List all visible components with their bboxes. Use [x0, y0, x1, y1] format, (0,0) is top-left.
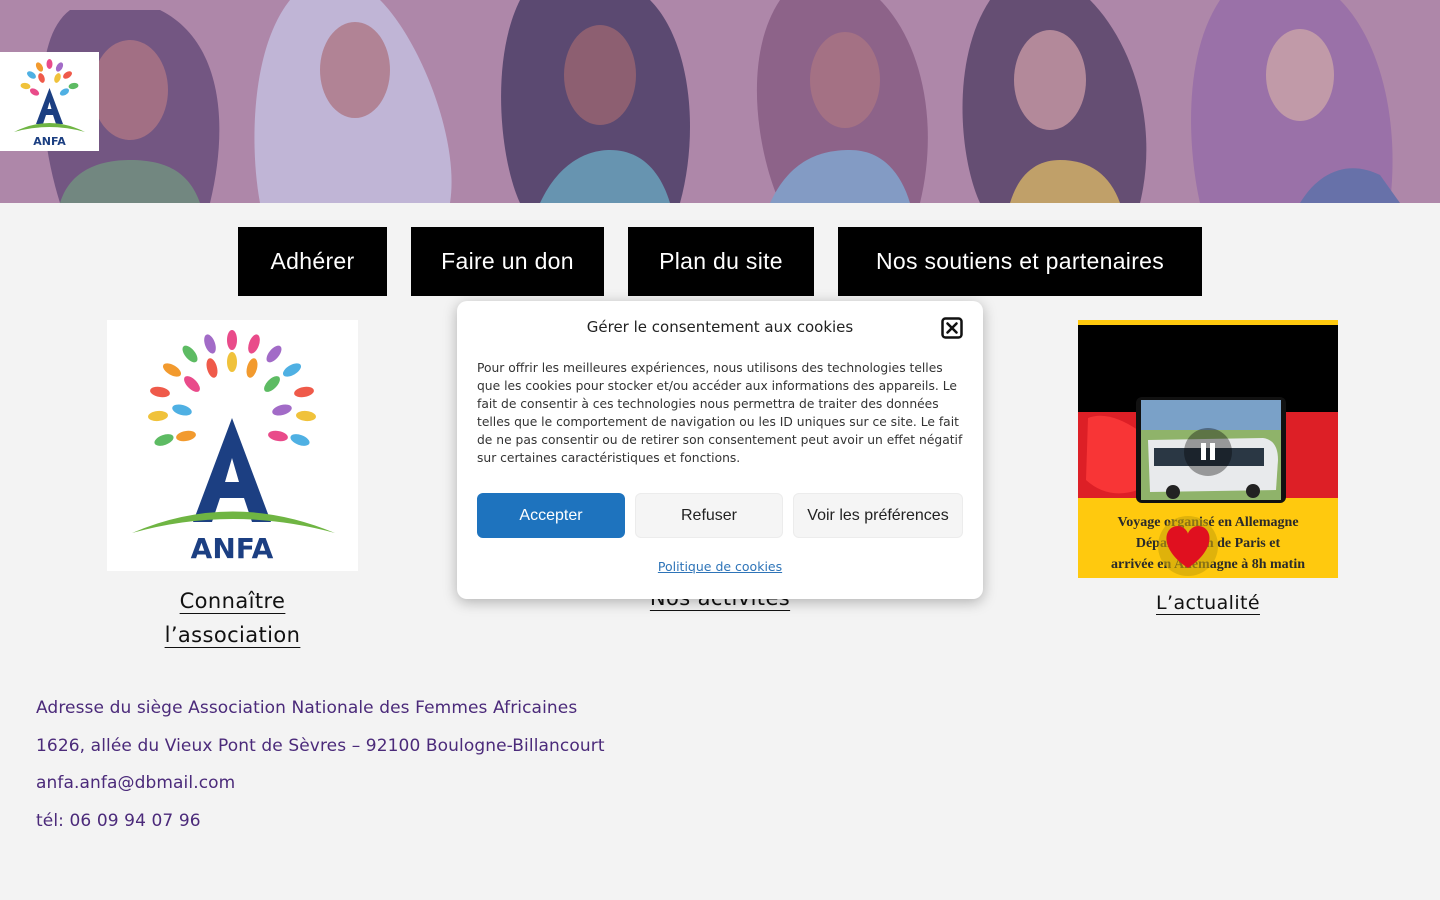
close-icon[interactable]: [941, 317, 963, 339]
accept-cookies-button[interactable]: Accepter: [477, 493, 625, 538]
address-line-1: Adresse du siège Association Nationale d…: [36, 698, 578, 718]
svg-text:ANFA: ANFA: [33, 135, 66, 148]
refuse-cookies-button[interactable]: Refuser: [635, 493, 783, 538]
nav-don-button[interactable]: Faire un don: [411, 227, 604, 296]
nav-adherer-button[interactable]: Adhérer: [238, 227, 387, 296]
connaitre-line1[interactable]: Connaître: [180, 589, 286, 613]
svg-text:ANFA: ANFA: [191, 532, 274, 565]
cookie-dialog-text: Pour offrir les meilleures expériences, …: [477, 361, 963, 465]
connaitre-line2[interactable]: l’association: [165, 623, 301, 647]
news-thumbnail[interactable]: Voyage organisé en Allemagne Départ à 22…: [1078, 320, 1338, 578]
hero-banner: [0, 0, 1440, 203]
connaitre-association-link[interactable]: Connaître l’association: [107, 584, 358, 652]
leaf-tree-logo: ANFA: [132, 330, 335, 565]
close-icon-glyph: [941, 317, 963, 339]
actualite-link[interactable]: L’actualité: [1078, 590, 1338, 614]
address-phone: tél: 06 09 94 07 96: [36, 811, 201, 831]
address-email[interactable]: anfa.anfa@dbmail.com: [36, 773, 235, 793]
cookie-dialog-title: Gérer le consentement aux cookies: [586, 318, 854, 336]
cookie-preferences-button[interactable]: Voir les préférences: [793, 493, 963, 538]
nav-partenaires-button[interactable]: Nos soutiens et partenaires: [838, 227, 1202, 296]
association-logo-image[interactable]: ANFA: [107, 320, 358, 571]
address-line-2: 1626, allée du Vieux Pont de Sèvres – 92…: [36, 736, 605, 756]
pause-icon: [1201, 443, 1206, 460]
germany-flag-bus-image: Voyage organisé en Allemagne Départ à 22…: [1078, 320, 1338, 578]
banner-illustration-women: [0, 0, 1440, 203]
actualite-label[interactable]: L’actualité: [1156, 592, 1260, 614]
leaf-tree-logo: ANFA: [14, 59, 85, 148]
nav-plan-du-site-button[interactable]: Plan du site: [628, 227, 814, 296]
cookie-policy-link[interactable]: Politique de cookies: [457, 559, 983, 574]
site-logo[interactable]: ANFA: [0, 52, 99, 151]
cookie-consent-dialog: Gérer le consentement aux cookies Pour o…: [457, 301, 983, 599]
